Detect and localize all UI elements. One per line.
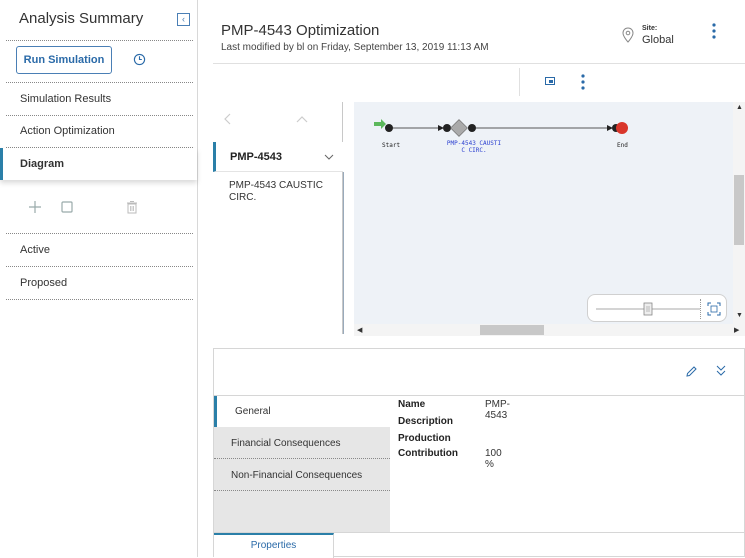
section-proposed[interactable]: Proposed xyxy=(0,267,197,299)
chevron-up-icon[interactable] xyxy=(295,114,309,124)
run-simulation-button[interactable]: Run Simulation xyxy=(16,46,112,74)
fit-screen-icon[interactable] xyxy=(707,302,721,316)
asset-node-icon xyxy=(450,119,468,137)
chevron-down-icon[interactable] xyxy=(323,142,335,172)
diagram-canvas[interactable]: Start PMP-4543 CAUSTI C CIRC. End xyxy=(354,102,733,324)
site-label: Site: xyxy=(642,25,658,32)
scroll-up-arrow[interactable]: ▲ xyxy=(736,104,743,111)
delete-icon[interactable] xyxy=(125,200,139,214)
copy-icon[interactable] xyxy=(60,200,74,214)
field-label: Description xyxy=(398,416,454,427)
start-node-icon xyxy=(374,119,386,129)
field-label: Contribution xyxy=(398,448,458,459)
history-icon[interactable] xyxy=(133,53,146,66)
vertical-scroll-thumb[interactable] xyxy=(734,175,744,245)
header-divider xyxy=(213,63,745,64)
field-value: 100 % xyxy=(485,448,502,470)
tree-node-pmp-4543[interactable]: PMP-4543 xyxy=(213,142,343,172)
left-panel: Analysis Summary ‹ Run Simulation Simula… xyxy=(0,0,198,557)
page-title: PMP-4543 Optimization xyxy=(221,22,380,39)
nav-diagram[interactable]: Diagram xyxy=(0,148,197,180)
tab-financial-consequences[interactable]: Financial Consequences xyxy=(214,428,390,459)
properties-body: Name PMP-4543 Description Production Con… xyxy=(390,396,744,532)
toolbar-separator xyxy=(519,68,520,96)
nav-action-optimization[interactable]: Action Optimization xyxy=(0,115,197,147)
window-icon[interactable] xyxy=(545,77,555,85)
asset-label-line1: PMP-4543 CAUSTI xyxy=(446,140,502,147)
start-connector xyxy=(385,124,393,132)
horizontal-scrollbar[interactable]: ◀ ▶ xyxy=(354,324,745,336)
properties-panel: General Financial Consequences Non-Finan… xyxy=(213,348,745,558)
more-vertical-icon[interactable] xyxy=(581,74,585,90)
asset-connector-out xyxy=(468,124,476,132)
asset-label-line2: C CIRC. xyxy=(461,147,487,154)
properties-tabs: General Financial Consequences Non-Finan… xyxy=(214,396,390,532)
scroll-right-arrow[interactable]: ▶ xyxy=(734,326,739,334)
panel-title: Analysis Summary xyxy=(19,10,144,27)
flow-diagram xyxy=(374,119,628,137)
location-pin-icon xyxy=(622,27,634,43)
page-subtitle: Last modified by bl on Friday, September… xyxy=(221,42,489,53)
tab-properties[interactable]: Properties xyxy=(214,533,334,558)
scroll-down-arrow[interactable]: ▼ xyxy=(736,312,743,319)
end-label: End xyxy=(617,142,628,149)
divider xyxy=(6,40,193,41)
zoom-control xyxy=(587,294,727,322)
more-vertical-icon[interactable] xyxy=(712,23,716,39)
collapse-icon[interactable]: ‹ xyxy=(177,13,190,26)
tree-node-label: PMP-4543 xyxy=(230,151,282,163)
chevron-left-icon[interactable] xyxy=(223,112,233,126)
start-label: Start xyxy=(382,142,401,149)
field-value: PMP-4543 xyxy=(485,399,510,421)
tree-guide-line xyxy=(343,172,344,334)
zoom-slider[interactable] xyxy=(596,301,700,317)
zoom-separator xyxy=(700,299,701,319)
tab-non-financial-consequences[interactable]: Non-Financial Consequences xyxy=(214,460,390,491)
tree-child-item[interactable]: PMP-4543 CAUSTIC CIRC. xyxy=(229,180,339,204)
tab-general[interactable]: General xyxy=(214,396,390,427)
divider xyxy=(6,299,193,300)
section-active[interactable]: Active xyxy=(0,234,197,266)
field-label: Name xyxy=(398,399,426,410)
double-chevron-down-icon[interactable] xyxy=(715,364,727,377)
end-node-icon xyxy=(616,122,628,134)
asset-connector-in xyxy=(443,124,451,132)
nav-simulation-results[interactable]: Simulation Results xyxy=(0,83,197,115)
edit-icon[interactable] xyxy=(685,365,698,378)
field-label: Production xyxy=(398,433,451,444)
asset-tree: PMP-4543 PMP-4543 CAUSTIC CIRC. xyxy=(213,102,344,334)
asset-label[interactable]: PMP-4543 CAUSTI C CIRC. xyxy=(438,140,510,154)
scroll-left-arrow[interactable]: ◀ xyxy=(357,326,362,334)
add-icon[interactable] xyxy=(28,200,42,214)
site-value: Global xyxy=(642,34,674,46)
horizontal-scroll-thumb[interactable] xyxy=(480,325,544,335)
vertical-scrollbar[interactable]: ▲ ▼ xyxy=(733,102,745,324)
